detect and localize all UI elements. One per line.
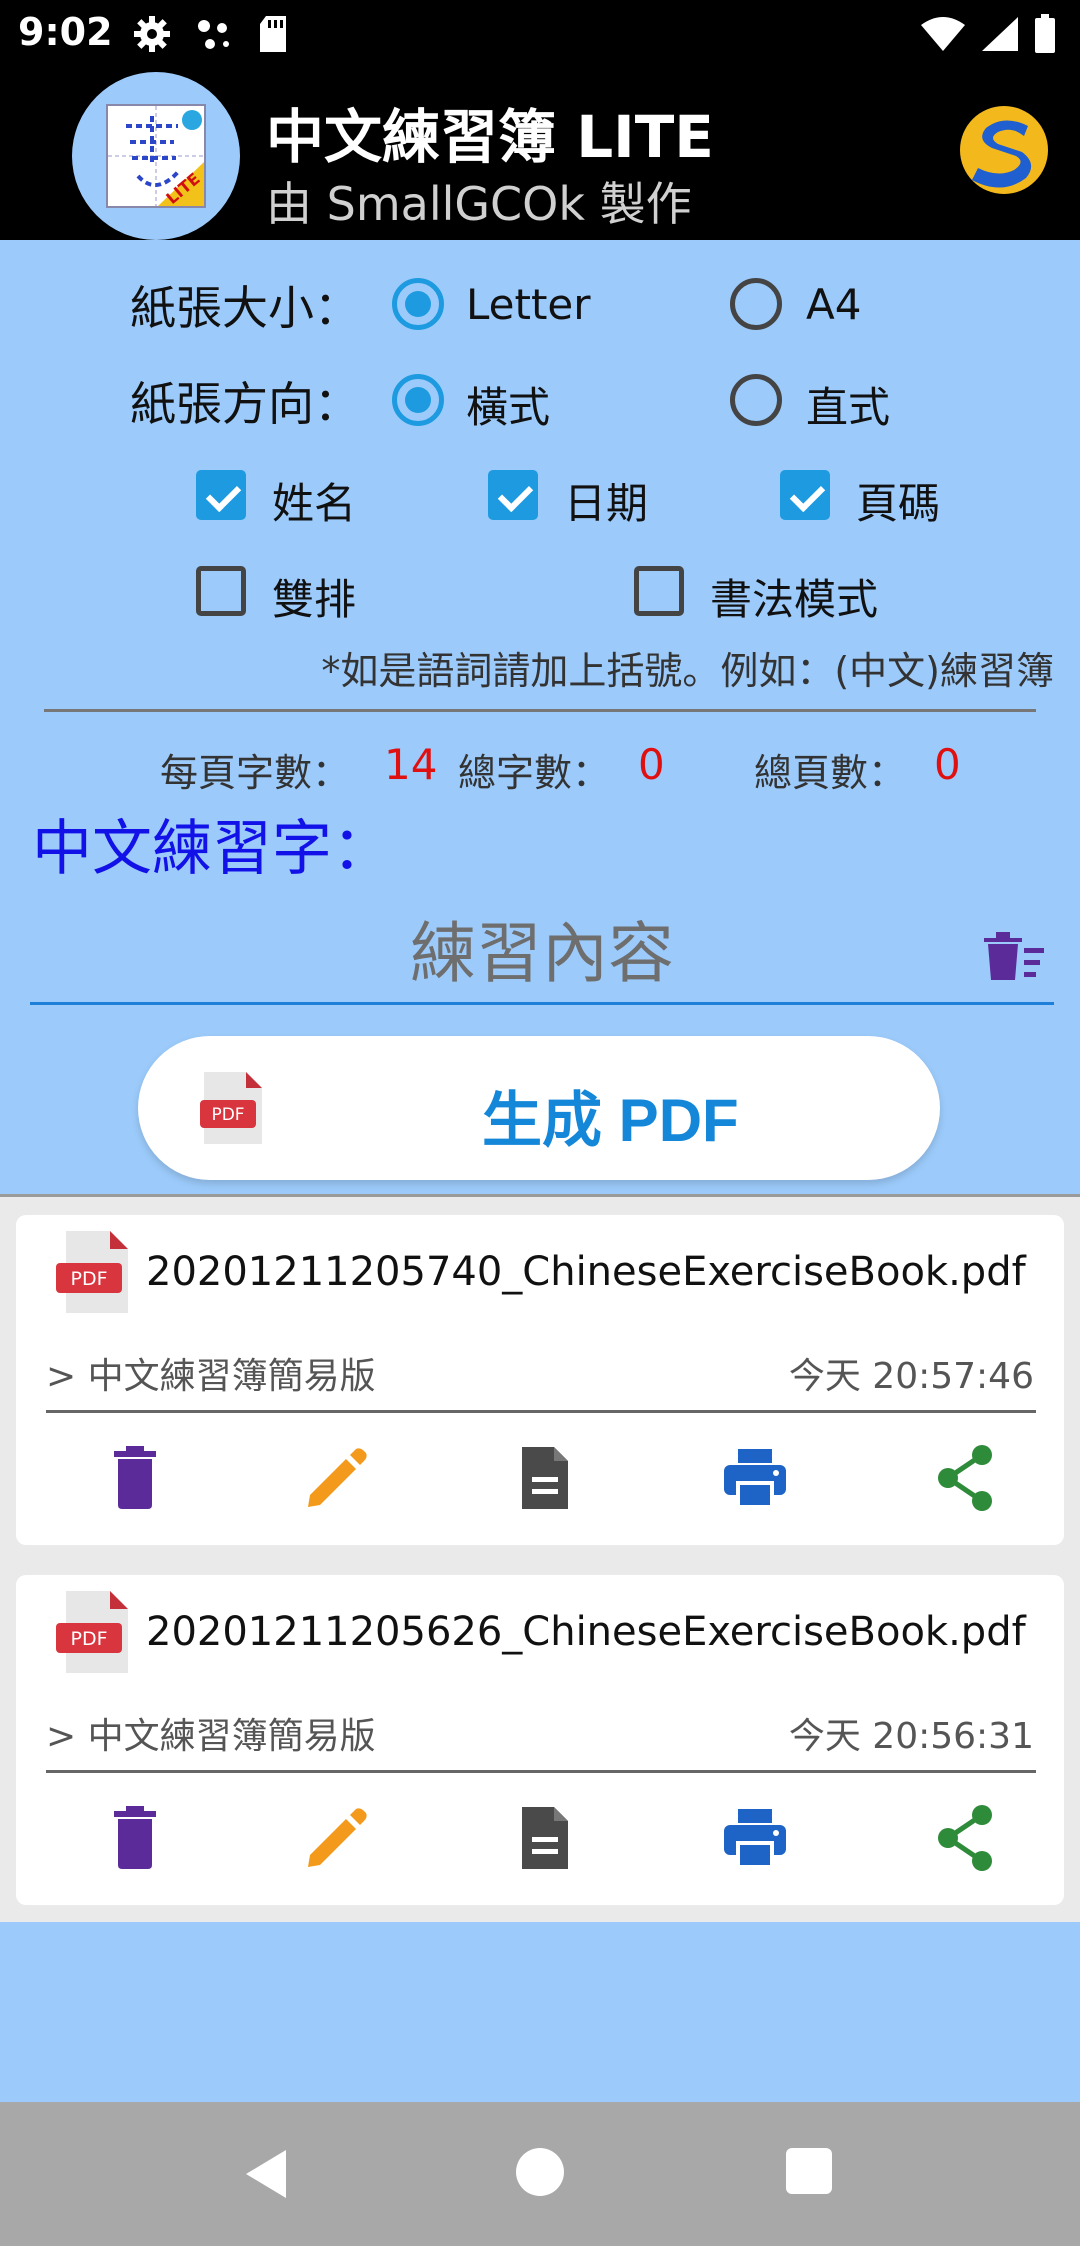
pdf-icon-text: PDF — [70, 1628, 107, 1650]
card-divider — [46, 1770, 1036, 1773]
checkbox-name-label[interactable]: 姓名 — [272, 470, 356, 531]
file-name[interactable]: 20201211205740_ChineseExerciseBook.pdf — [146, 1249, 1026, 1295]
total-pages-label: 總頁數： — [754, 751, 907, 795]
divider — [44, 709, 1036, 712]
status-right-icons — [920, 14, 1056, 54]
checkbox-page-number-label[interactable]: 頁碼 — [856, 470, 940, 531]
file-path: > 中文練習簿簡易版 — [46, 1356, 376, 1397]
status-time: 9:02 — [18, 10, 113, 54]
radio-landscape-label[interactable]: 橫式 — [466, 374, 550, 435]
pdf-file-icon: PDF — [56, 1591, 128, 1673]
checkbox-calligraphy[interactable] — [634, 566, 684, 616]
checkbox-date[interactable] — [488, 470, 538, 520]
app-subtitle: 由 SmallGCOk 製作 — [266, 177, 692, 231]
practice-content-input[interactable] — [30, 905, 1054, 1005]
file-time: 今天 20:57:46 — [788, 1356, 1034, 1397]
orientation-label: 紙張方向： — [130, 377, 360, 431]
checkbox-date-label[interactable]: 日期 — [564, 470, 648, 531]
checkbox-name[interactable] — [196, 470, 246, 520]
per-page-value: 14 — [384, 740, 438, 789]
cast-dots-icon — [198, 20, 229, 49]
app-header: LITE 中文練習簿 LITE 由 SmallGCOk 製作 — [0, 68, 1080, 240]
empty-area — [0, 1922, 1080, 2102]
clear-list-icon[interactable] — [980, 928, 1046, 984]
pdf-file-icon: PDF — [56, 1231, 128, 1313]
document-icon[interactable] — [510, 1803, 580, 1873]
recent-apps-icon[interactable] — [786, 2148, 832, 2194]
file-card[interactable]: PDF 20201211205740_ChineseExerciseBook.p… — [16, 1215, 1064, 1545]
file-path: > 中文練習簿簡易版 — [46, 1716, 376, 1757]
radio-a4[interactable] — [730, 278, 782, 330]
checkbox-double-row-label[interactable]: 雙排 — [272, 566, 356, 627]
generate-pdf-button[interactable]: PDF 生成 PDF — [138, 1036, 940, 1180]
share-icon[interactable] — [930, 1443, 1000, 1513]
home-icon[interactable] — [516, 2148, 564, 2196]
battery-icon — [1035, 14, 1055, 53]
app-logo: LITE — [72, 72, 240, 240]
logo-practice-sheet-icon: LITE — [106, 104, 206, 208]
file-time: 今天 20:56:31 — [788, 1716, 1034, 1757]
generate-pdf-label: 生成 PDF — [482, 1087, 739, 1154]
radio-portrait[interactable] — [730, 374, 782, 426]
practice-title: 中文練習字： — [32, 814, 392, 884]
pdf-icon-text: PDF — [211, 1105, 244, 1125]
sd-card-icon — [260, 16, 286, 52]
printer-icon[interactable] — [720, 1803, 790, 1873]
settings-icon — [134, 16, 170, 52]
back-icon[interactable] — [242, 2148, 290, 2200]
status-left-icons — [132, 14, 290, 54]
printer-icon[interactable] — [720, 1443, 790, 1513]
total-chars-value: 0 — [638, 740, 665, 789]
radio-letter-label[interactable]: Letter — [466, 280, 591, 329]
total-pages-value: 0 — [934, 740, 961, 789]
checkbox-page-number[interactable] — [780, 470, 830, 520]
app-title: 中文練習簿 LITE — [266, 103, 714, 171]
paper-size-label: 紙張大小： — [130, 281, 360, 335]
pdf-file-icon: PDF — [200, 1072, 262, 1144]
file-list: PDF 20201211205740_ChineseExerciseBook.p… — [0, 1194, 1080, 1925]
navigation-bar — [0, 2102, 1080, 2246]
radio-letter[interactable] — [392, 278, 444, 330]
signal-icon — [982, 17, 1018, 51]
trash-icon[interactable] — [100, 1803, 170, 1873]
trash-icon[interactable] — [100, 1443, 170, 1513]
status-bar: 9:02 — [0, 0, 1080, 68]
share-icon[interactable] — [930, 1803, 1000, 1873]
card-divider — [46, 1410, 1036, 1413]
checkbox-double-row[interactable] — [196, 566, 246, 616]
radio-landscape[interactable] — [392, 374, 444, 426]
file-name[interactable]: 20201211205626_ChineseExerciseBook.pdf — [146, 1609, 1026, 1655]
radio-a4-label[interactable]: A4 — [806, 280, 861, 329]
file-card[interactable]: PDF 20201211205626_ChineseExerciseBook.p… — [16, 1575, 1064, 1905]
hint-text: *如是語詞請加上括號。例如：(中文)練習簿 — [321, 649, 1054, 693]
radio-portrait-label[interactable]: 直式 — [806, 374, 890, 435]
total-chars-label: 總字數： — [458, 751, 611, 795]
document-icon[interactable] — [510, 1443, 580, 1513]
pdf-icon-text: PDF — [70, 1268, 107, 1290]
checkbox-calligraphy-label[interactable]: 書法模式 — [710, 566, 878, 627]
per-page-label: 每頁字數： — [160, 751, 351, 795]
pencil-icon[interactable] — [300, 1803, 370, 1873]
wifi-icon — [921, 17, 965, 51]
brand-s-icon[interactable] — [958, 104, 1050, 196]
pencil-icon[interactable] — [300, 1443, 370, 1513]
